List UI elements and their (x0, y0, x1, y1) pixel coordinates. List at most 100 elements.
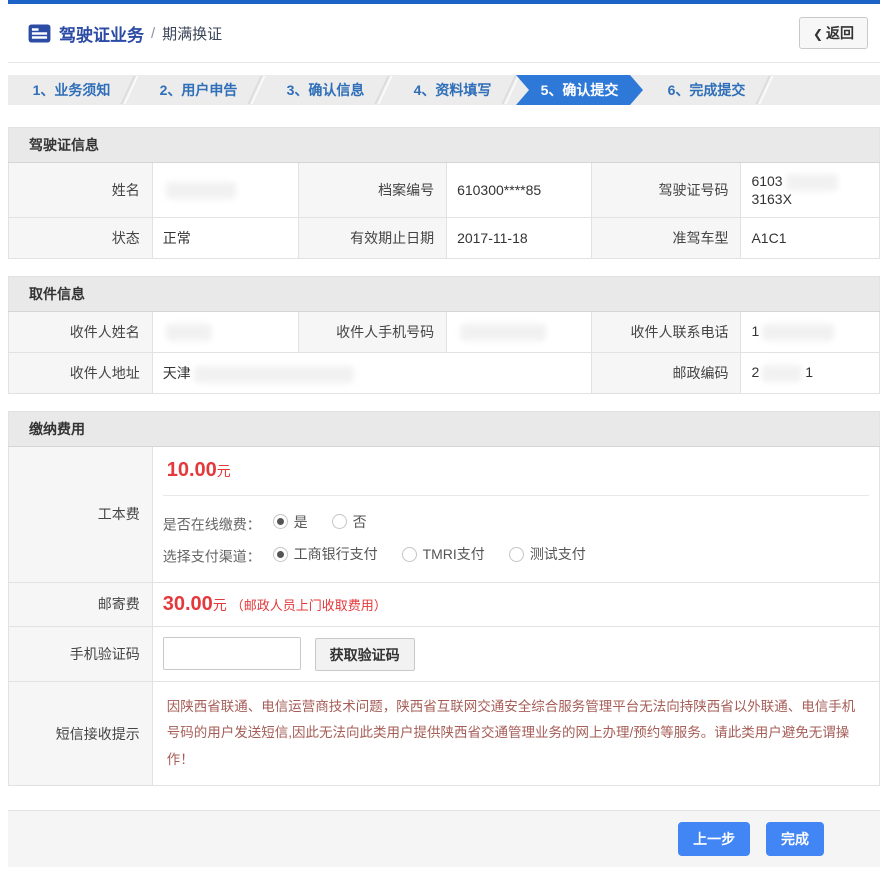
fees-section-title: 缴纳费用 (9, 411, 880, 446)
name-label: 姓名 (9, 163, 153, 218)
sms-tip-cell: 因陕西省联通、电信运营商技术问题，陕西省互联网交通安全综合服务管理平台无法向持陕… (152, 682, 879, 786)
recipient-phone-value: 1 (741, 311, 880, 352)
table-row: 短信接收提示 因陕西省联通、电信运营商技术问题，陕西省互联网交通安全综合服务管理… (9, 682, 880, 786)
postal-code-value: 21 (741, 352, 880, 393)
valid-until-label: 有效期止日期 (299, 217, 447, 258)
vehicle-class-value: A1C1 (741, 217, 880, 258)
finish-button[interactable]: 完成 (766, 822, 824, 856)
radio-online-no-label[interactable]: 否 (353, 507, 367, 537)
sms-code-cell: 获取验证码 (152, 626, 879, 681)
radio-channel-icbc[interactable] (273, 547, 288, 562)
recipient-mobile-label: 收件人手机号码 (299, 311, 447, 352)
pickup-info-table: 取件信息 收件人姓名 收件人手机号码 收件人联系电话 1 收件人地址 天津 邮政… (8, 276, 880, 394)
recipient-mobile-value (447, 311, 592, 352)
vehicle-class-label: 准驾车型 (591, 217, 741, 258)
production-fee-unit: 元 (217, 463, 231, 479)
step-label: 6、完成提交 (668, 80, 746, 100)
radio-online-no[interactable] (332, 514, 347, 529)
sms-code-label: 手机验证码 (9, 626, 153, 681)
table-row: 收件人地址 天津 邮政编码 21 (9, 352, 880, 393)
step-label: 2、用户申告 (160, 80, 238, 100)
radio-channel-tmri[interactable] (402, 547, 417, 562)
page-header: 驾驶证业务 / 期满换证 ❮返回 (8, 4, 880, 63)
online-payment-question-row: 是否在线缴费： 是 否 (163, 507, 869, 540)
recipient-phone-label: 收件人联系电话 (591, 311, 741, 352)
postal-code-label: 邮政编码 (591, 352, 741, 393)
postage-fee-amount: 30.00 (163, 593, 213, 615)
license-number-label: 驾驶证号码 (591, 163, 741, 218)
recipient-phone-prefix: 1 (751, 323, 759, 339)
step-2-user-declaration[interactable]: 2、用户申告 (135, 75, 262, 105)
back-button-label: 返回 (826, 25, 854, 41)
radio-online-yes[interactable] (273, 514, 288, 529)
radio-channel-icbc-label[interactable]: 工商银行支付 (294, 539, 378, 569)
step-label: 3、确认信息 (287, 80, 365, 100)
table-row: 姓名 档案编号 610300****85 驾驶证号码 61033163X (9, 163, 880, 218)
license-number-prefix: 6103 (751, 173, 782, 189)
previous-step-button[interactable]: 上一步 (678, 822, 750, 856)
step-label: 4、资料填写 (414, 80, 492, 100)
radio-channel-tmri-label[interactable]: TMRI支付 (423, 539, 485, 569)
step-6-complete-submit[interactable]: 6、完成提交 (643, 75, 770, 105)
get-sms-code-button[interactable]: 获取验证码 (315, 638, 415, 671)
step-3-confirm-info[interactable]: 3、确认信息 (262, 75, 389, 105)
production-fee-amount: 10.00 (167, 459, 217, 481)
recipient-name-value (152, 311, 298, 352)
recipient-name-label: 收件人姓名 (9, 311, 153, 352)
redacted-value (166, 324, 212, 341)
radio-channel-test-label[interactable]: 测试支付 (530, 539, 586, 569)
redacted-value (194, 366, 354, 383)
table-row: 邮寄费 30.00元 （邮政人员上门收取费用） (9, 582, 880, 626)
radio-channel-test[interactable] (509, 547, 524, 562)
step-4-fill-data[interactable]: 4、资料填写 (389, 75, 516, 105)
license-info-table: 驾驶证信息 姓名 档案编号 610300****85 驾驶证号码 6103316… (8, 127, 880, 259)
redacted-value (460, 324, 546, 341)
status-label: 状态 (9, 217, 153, 258)
step-label: 1、业务须知 (33, 80, 111, 100)
radio-online-yes-label[interactable]: 是 (294, 507, 308, 537)
table-row: 收件人姓名 收件人手机号码 收件人联系电话 1 (9, 311, 880, 352)
postal-code-prefix: 2 (751, 364, 759, 380)
payment-channel-question-row: 选择支付渠道： 工商银行支付 TMRI支付 测试支付 (163, 539, 869, 572)
table-row: 手机验证码 获取验证码 (9, 626, 880, 681)
sms-tip-label: 短信接收提示 (9, 682, 153, 786)
breadcrumb-separator: / (151, 25, 155, 42)
sms-code-input[interactable] (163, 637, 301, 670)
step-1-business-notice[interactable]: 1、业务须知 (8, 75, 135, 105)
postage-fee-unit: 元 (213, 597, 227, 613)
fee-divider (163, 495, 869, 496)
production-fee-cell: 10.00元 是否在线缴费： 是 否 选择支付渠道： 工商银行支付 TMRI支付… (152, 446, 879, 582)
step-label: 5、确认提交 (541, 80, 619, 100)
sms-tip-text: 因陕西省联通、电信运营商技术问题，陕西省互联网交通安全综合服务管理平台无法向持陕… (163, 692, 869, 775)
postage-fee-cell: 30.00元 （邮政人员上门收取费用） (152, 582, 879, 626)
pickup-info-section-title: 取件信息 (9, 276, 880, 311)
status-value: 正常 (152, 217, 298, 258)
table-row: 工本费 10.00元 是否在线缴费： 是 否 选择支付渠道： 工商银行支付 (9, 446, 880, 582)
payment-channel-options: 工商银行支付 TMRI支付 测试支付 (273, 539, 604, 569)
back-button[interactable]: ❮返回 (799, 17, 868, 49)
step-wizard: 1、业务须知 2、用户申告 3、确认信息 4、资料填写 5、确认提交 6、完成提… (8, 75, 880, 105)
license-number-suffix: 3163X (751, 191, 791, 207)
file-number-value: 610300****85 (447, 163, 592, 218)
chevron-left-icon: ❮ (813, 27, 823, 41)
online-payment-question: 是否在线缴费： (163, 516, 261, 532)
page-title: 驾驶证业务 (59, 21, 144, 46)
payment-channel-question: 选择支付渠道： (163, 549, 261, 565)
breadcrumb-current: 期满换证 (162, 23, 222, 44)
redacted-value (762, 365, 802, 382)
redacted-value (166, 182, 236, 199)
name-value (152, 163, 298, 218)
redacted-value (762, 324, 834, 341)
footer-action-bar: 上一步 完成 (8, 810, 880, 867)
step-5-confirm-submit[interactable]: 5、确认提交 (516, 75, 643, 105)
license-info-section-title: 驾驶证信息 (9, 128, 880, 163)
valid-until-value: 2017-11-18 (447, 217, 592, 258)
page: 驾驶证业务 / 期满换证 ❮返回 1、业务须知 2、用户申告 3、确认信息 4、… (8, 0, 880, 873)
step-wizard-filler (770, 75, 880, 105)
table-row: 状态 正常 有效期止日期 2017-11-18 准驾车型 A1C1 (9, 217, 880, 258)
production-fee-amount-block: 10.00元 (163, 457, 869, 482)
postage-fee-label: 邮寄费 (9, 582, 153, 626)
postage-fee-note: （邮政人员上门收取费用） (231, 598, 387, 613)
online-payment-options: 是 否 (273, 507, 385, 537)
redacted-value (786, 174, 838, 191)
